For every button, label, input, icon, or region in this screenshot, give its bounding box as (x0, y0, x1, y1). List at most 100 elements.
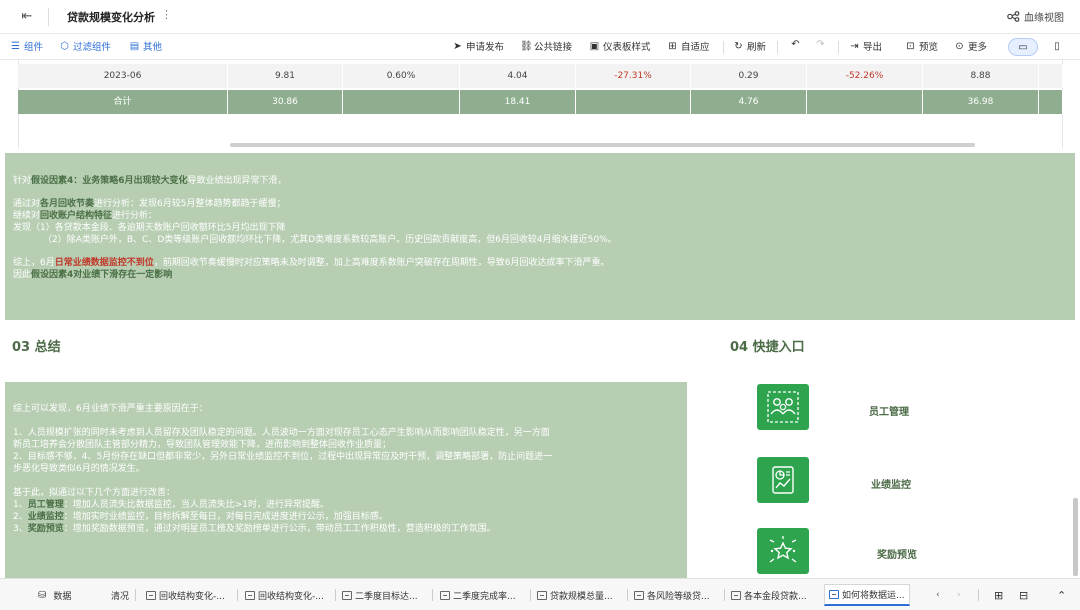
divider (723, 41, 724, 54)
desktop-view-button[interactable]: ▭ (1008, 38, 1038, 56)
quick-link-employee-management[interactable] (757, 384, 809, 430)
table-cell: -27.31% (576, 64, 691, 88)
table-total-row: 合计 30.86 18.41 4.76 36.98 (18, 90, 1063, 114)
summary-line: 步恶化导致类似6月的情况发生。 (13, 464, 145, 474)
sheet-tab-label: 清况 (111, 591, 130, 602)
divider (335, 589, 336, 601)
table-cell (576, 90, 691, 114)
preview-label: 预览 (919, 42, 939, 53)
mobile-view-button[interactable]: ▯ (1042, 38, 1072, 56)
export-label: 导出 (863, 42, 883, 53)
sheet-tab-label: 二季度完成率... (453, 591, 516, 602)
table-cell: 36.98 (923, 90, 1039, 114)
sheet-tab[interactable]: 各风险等级贷... (634, 586, 710, 604)
quick-link-label[interactable]: 员工管理 (869, 403, 909, 418)
tab-next-button[interactable]: › (957, 586, 961, 604)
sheet-icon (440, 590, 450, 600)
more-vertical-icon[interactable]: ⋮ (161, 8, 172, 21)
preview-button[interactable]: ⊡ 预览 (905, 39, 939, 54)
apply-publish-label: 申请发布 (466, 42, 505, 53)
preview-icon: ⊡ (906, 40, 915, 52)
adaptive-label: 自适应 (681, 42, 710, 53)
table-horizontal-scrollbar[interactable] (230, 143, 975, 147)
sheet-tab[interactable]: 各本金段贷款... (731, 586, 807, 604)
sheet-tab-label: 各本金段贷款... (744, 591, 807, 602)
dashboard-style-label: 仪表板样式 (603, 42, 651, 53)
divider (627, 589, 628, 601)
component-button[interactable]: ☰ 组件 (10, 39, 43, 54)
divider (237, 589, 238, 601)
summary-line: 1、人员规模扩张的同时未考虑到人员留存及团队稳定的问题。人员波动一方面对现存员工… (13, 428, 550, 438)
filter-component-button[interactable]: ⬡ 过滤组件 (59, 39, 112, 54)
vertical-scrollbar[interactable] (1073, 498, 1078, 576)
hint-line: 针对假设因素4：业务策略6月出现较大变化导致业绩出现异常下滑， (13, 176, 287, 186)
table-cell (343, 90, 460, 114)
export-button[interactable]: ⇥ 导出 (849, 39, 883, 54)
quick-link-reward-preview[interactable] (757, 528, 809, 574)
hint-line: （2）除A类账户外，B、C、D类等级账户回收额均环比下降，尤其D类难度系数较高账… (43, 235, 617, 245)
chart-report-icon (772, 466, 794, 494)
collapse-tabs-button[interactable]: ⌃ (1057, 586, 1066, 604)
sheet-icon (634, 590, 644, 600)
sheet-tab-label: 回收结构变化-... (159, 591, 225, 602)
sheet-tab[interactable]: 二季度完成率... (440, 586, 516, 604)
toolbar: ☰ 组件 ⬡ 过滤组件 ▤ 其他 ➤ 申请发布 ⛓ 公共链接 ▣ 仪表板样式 ⊞… (0, 34, 1080, 60)
add-report-button[interactable]: ⊟ (1019, 586, 1028, 604)
hint-line: 因此假设因素4对业绩下滑存在一定影响 (13, 270, 173, 280)
redo-button[interactable]: ↷ (815, 39, 826, 50)
sheet-tab[interactable]: 二季度目标达... (342, 586, 418, 604)
add-dashboard-button[interactable]: ⊞ (994, 586, 1003, 604)
hint-line: 综上，6月日常业绩数据监控不到位，前期回收节奏缓慢时对应策略未及时调整，加上高难… (13, 258, 610, 268)
analysis-text-panel: 针对假设因素4：业务策略6月出现较大变化导致业绩出现异常下滑， 通过对各月回收节… (5, 153, 1075, 320)
add-sheet-icon: ⊞ (994, 588, 1004, 602)
chevron-right-icon: › (957, 590, 961, 600)
more-label: 更多 (968, 42, 988, 53)
doc-icon: ▤ (129, 40, 140, 52)
more-button[interactable]: ⊙ 更多 (954, 39, 988, 54)
divider (432, 589, 433, 601)
dashboard-style-button[interactable]: ▣ 仪表板样式 (589, 39, 651, 54)
divider (724, 589, 725, 601)
refresh-label: 刷新 (747, 42, 767, 53)
lineage-view-button[interactable]: 血缘视图 (1007, 9, 1064, 24)
divider (777, 41, 778, 54)
sheet-tab-label: 如何将数据运... (842, 591, 905, 601)
refresh-button[interactable]: ↻ 刷新 (733, 39, 767, 54)
sheet-icon (245, 590, 255, 600)
hint-line: 继续对回收账户结构特征进行分析： (13, 211, 158, 221)
sheet-tab[interactable]: 回收结构变化-... (146, 586, 225, 604)
refresh-icon: ↻ (734, 40, 743, 52)
sheet-icon (537, 590, 547, 600)
quick-link-performance-monitoring[interactable] (757, 457, 809, 503)
send-icon: ➤ (453, 40, 462, 52)
sheet-icon (731, 590, 741, 600)
tab-prev-button[interactable]: ‹ (936, 586, 940, 604)
table-cell: 8.88 (923, 64, 1039, 88)
other-button[interactable]: ▤ 其他 (129, 39, 162, 54)
adaptive-button[interactable]: ⊞ 自适应 (667, 39, 710, 54)
sheet-tab-active[interactable]: 如何将数据运... (824, 584, 910, 606)
table-row: 2023-06 9.81 0.60% 4.04 -27.31% 0.29 -52… (18, 64, 1063, 88)
summary-line: 1、员工管理：增加人员流失比数据监控，当人员流失比>1时，进行异常提醒。 (13, 500, 330, 510)
quick-link-label[interactable]: 奖励预览 (877, 546, 917, 561)
data-tab[interactable]: ⛁ 数据 (38, 586, 71, 604)
divider (530, 589, 531, 601)
back-icon[interactable]: ⇤ (18, 8, 36, 26)
table-cell: -52.26% (807, 64, 923, 88)
summary-line: 3、奖励预览：增加奖励数据预览，通过对明星员工榜及奖励榜单进行公示，带动员工工作… (13, 524, 496, 534)
sheet-tab[interactable]: 贷款规模总量... (537, 586, 613, 604)
apply-publish-button[interactable]: ➤ 申请发布 (452, 39, 505, 54)
quick-link-label[interactable]: 业绩监控 (871, 476, 911, 491)
sheet-tab[interactable]: 回收结构变化-... (245, 586, 324, 604)
filter-component-label: 过滤组件 (73, 42, 112, 53)
sheet-tab[interactable]: 清况 (111, 586, 129, 604)
export-icon: ⇥ (850, 40, 859, 52)
table-cell (1039, 64, 1063, 88)
style-icon: ▣ (589, 40, 600, 52)
summary-line: 2、目标感不够，4、5月份存在缺口但都非常少，另外日常业绩监控不到位，过程中出现… (13, 452, 553, 462)
public-link-button[interactable]: ⛓ 公共链接 (520, 39, 572, 54)
undo-button[interactable]: ↶ (790, 39, 801, 50)
divider (135, 589, 136, 601)
table-cell: 4.04 (460, 64, 576, 88)
sheet-icon (342, 590, 352, 600)
